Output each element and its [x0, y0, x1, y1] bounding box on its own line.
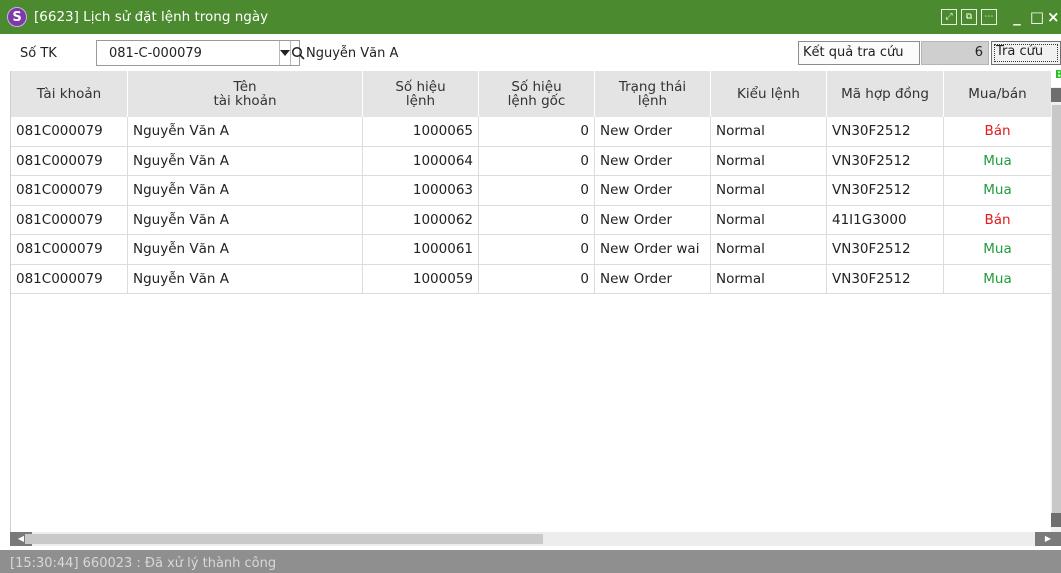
chevron-down-icon[interactable] — [279, 41, 290, 65]
cell-name: Nguyễn Văn A — [128, 235, 363, 264]
cell-side: Mua — [944, 176, 1052, 205]
corner-mark: B — [1055, 68, 1061, 81]
more-icon[interactable]: ⋯ — [981, 9, 997, 25]
cell-contract: VN30F2512 — [827, 264, 944, 293]
title-bar[interactable]: S [6623] Lịch sử đặt lệnh trong ngày ⤢ ⧉… — [0, 0, 1061, 34]
cell-type: Normal — [711, 117, 827, 146]
cell-order-no: 1000063 — [363, 176, 479, 205]
column-header-side[interactable]: Mua/bán — [944, 71, 1052, 117]
cell-type: Normal — [711, 264, 827, 293]
cell-status: New Order — [595, 146, 711, 175]
expand-icon[interactable]: ⤢ — [941, 9, 957, 25]
cell-side: Mua — [944, 235, 1052, 264]
search-icon[interactable] — [290, 41, 305, 65]
scroll-down-icon[interactable] — [1051, 513, 1061, 527]
cell-orig-no: 0 — [479, 176, 595, 205]
account-label: Số TK — [20, 46, 57, 61]
search-button[interactable]: Tra cứu — [991, 41, 1061, 65]
scroll-right-icon[interactable]: ▶ — [1035, 532, 1061, 546]
cell-status: New Order — [595, 205, 711, 234]
column-header-order-no[interactable]: Số hiệu lệnh — [363, 71, 479, 117]
cell-contract: VN30F2512 — [827, 176, 944, 205]
cell-account: 081C000079 — [11, 264, 128, 293]
cell-orig-no: 0 — [479, 205, 595, 234]
table-row[interactable]: 081C000079 Nguyễn Văn A 1000062 0 New Order N… — [11, 205, 1052, 235]
cell-order-no: 1000062 — [363, 205, 479, 234]
table-row[interactable]: 081C000079 Nguyễn Văn A 1000065 0 New Order N… — [11, 117, 1052, 147]
cell-contract: VN30F2512 — [827, 235, 944, 264]
title-tools: ⤢ ⧉ ⋯ _ □ × — [941, 0, 1061, 34]
cell-order-no: 1000061 — [363, 235, 479, 264]
cell-side: Bán — [944, 117, 1052, 146]
vertical-scroll-thumb[interactable] — [1052, 105, 1061, 523]
status-message: [15:30:44] 660023 : Đã xử lý thành công — [10, 556, 277, 571]
cell-contract: VN30F2512 — [827, 117, 944, 146]
column-header-contract[interactable]: Mã hợp đồng — [827, 71, 944, 117]
cell-account: 081C000079 — [11, 176, 128, 205]
cell-orig-no: 0 — [479, 117, 595, 146]
scroll-up-icon[interactable] — [1051, 88, 1061, 102]
cell-name: Nguyễn Văn A — [128, 205, 363, 234]
cell-status: New Order — [595, 117, 711, 146]
table-row[interactable]: 081C000079 Nguyễn Văn A 1000064 0 New Order N… — [11, 146, 1052, 176]
cell-account: 081C000079 — [11, 235, 128, 264]
cell-type: Normal — [711, 235, 827, 264]
column-header-account[interactable]: Tài khoản — [11, 71, 128, 117]
horizontal-scrollbar[interactable]: ◀ ▶ — [10, 532, 1061, 546]
maximize-icon[interactable]: □ — [1027, 8, 1047, 26]
popout-icon[interactable]: ⧉ — [961, 9, 977, 25]
cell-name: Nguyễn Văn A — [128, 176, 363, 205]
order-history-grid[interactable]: Tài khoản Tên tài khoản Số hiệu lệnh Số hiệ… — [10, 71, 1061, 532]
window-title: [6623] Lịch sử đặt lệnh trong ngày — [34, 9, 269, 25]
cell-side: Mua — [944, 146, 1052, 175]
cell-name: Nguyễn Văn A — [128, 146, 363, 175]
column-header-status[interactable]: Trạng thái lệnh — [595, 71, 711, 117]
account-holder-name: Nguyễn Văn A — [306, 46, 399, 61]
cell-account: 081C000079 — [11, 205, 128, 234]
minimize-icon[interactable]: _ — [1007, 8, 1027, 26]
cell-name: Nguyễn Văn A — [128, 117, 363, 146]
result-count: 6 — [921, 41, 989, 65]
column-header-type[interactable]: Kiểu lệnh — [711, 71, 827, 117]
cell-status: New Order — [595, 176, 711, 205]
cell-contract: 41I1G3000 — [827, 205, 944, 234]
column-header-name[interactable]: Tên tài khoản — [128, 71, 363, 117]
account-combobox[interactable] — [96, 40, 305, 66]
cell-status: New Order — [595, 264, 711, 293]
cell-status: New Order wai — [595, 235, 711, 264]
cell-account: 081C000079 — [11, 117, 128, 146]
cell-account: 081C000079 — [11, 146, 128, 175]
cell-name: Nguyễn Văn A — [128, 264, 363, 293]
cell-type: Normal — [711, 176, 827, 205]
status-bar: [15:30:44] 660023 : Đã xử lý thành công — [0, 550, 1061, 573]
table-row[interactable]: 081C000079 Nguyễn Văn A 1000061 0 New Order … — [11, 235, 1052, 265]
cell-orig-no: 0 — [479, 264, 595, 293]
search-toolbar: Số TK Nguyễn Văn A Kết quả tra cứu 6 Tra… — [0, 38, 1061, 68]
account-input[interactable] — [97, 41, 279, 65]
cell-order-no: 1000065 — [363, 117, 479, 146]
cell-type: Normal — [711, 146, 827, 175]
cell-side: Mua — [944, 264, 1052, 293]
grid-header: Tài khoản Tên tài khoản Số hiệu lệnh Số hiệ… — [11, 71, 1052, 117]
horizontal-scroll-thumb[interactable] — [25, 534, 543, 544]
cell-side: Bán — [944, 205, 1052, 234]
cell-type: Normal — [711, 205, 827, 234]
grid-body: 081C000079 Nguyễn Văn A 1000065 0 New Order N… — [11, 117, 1052, 294]
table-row[interactable]: 081C000079 Nguyễn Văn A 1000059 0 New Order N… — [11, 264, 1052, 294]
cell-order-no: 1000064 — [363, 146, 479, 175]
close-icon[interactable]: × — [1047, 8, 1061, 26]
cell-orig-no: 0 — [479, 146, 595, 175]
app-logo-icon: S — [7, 7, 27, 27]
table-row[interactable]: 081C000079 Nguyễn Văn A 1000063 0 New Order N… — [11, 176, 1052, 206]
column-header-orig-no[interactable]: Số hiệu lệnh gốc — [479, 71, 595, 117]
result-label: Kết quả tra cứu — [798, 41, 920, 65]
cell-order-no: 1000059 — [363, 264, 479, 293]
cell-contract: VN30F2512 — [827, 146, 944, 175]
cell-orig-no: 0 — [479, 235, 595, 264]
